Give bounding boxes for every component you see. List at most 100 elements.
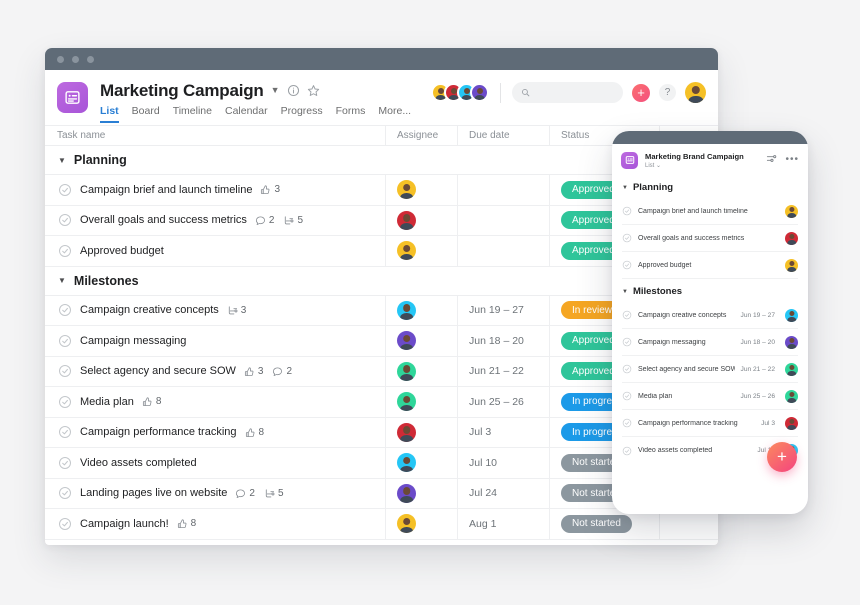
avatar[interactable] <box>785 335 798 349</box>
mobile-section-header-planning[interactable]: ▼ Planning <box>612 175 808 198</box>
add-task-button[interactable]: + <box>632 83 650 102</box>
mobile-add-task-fab[interactable]: + <box>767 442 797 472</box>
cell-due-date[interactable]: Jul 10 <box>457 448 549 478</box>
complete-task-icon[interactable] <box>58 244 72 258</box>
avatar[interactable] <box>785 258 798 272</box>
cell-due-date[interactable]: Aug 1 <box>457 509 549 539</box>
avatar[interactable] <box>397 300 416 320</box>
complete-task-icon[interactable] <box>58 456 72 470</box>
cell-due-date[interactable] <box>457 205 549 235</box>
cell-due-date[interactable]: Jun 19 – 27 <box>457 295 549 325</box>
complete-task-icon[interactable] <box>622 260 632 270</box>
avatar[interactable] <box>785 362 798 376</box>
cell-due-date[interactable]: Jun 18 – 20 <box>457 326 549 356</box>
avatar[interactable] <box>470 83 489 102</box>
window-minimize-dot[interactable] <box>72 55 79 63</box>
cell-assignee[interactable] <box>385 478 457 508</box>
info-icon[interactable] <box>287 84 300 97</box>
meta-thumbs-up-icon[interactable]: 8 <box>177 518 196 529</box>
status-badge[interactable]: Not started <box>561 514 632 533</box>
cell-due-date[interactable]: Jul 24 <box>457 478 549 508</box>
complete-task-icon[interactable] <box>622 337 632 347</box>
complete-task-icon[interactable] <box>622 206 632 216</box>
avatar[interactable] <box>397 180 416 200</box>
mobile-list-item[interactable]: Campaign creative concepts Jun 19 – 27 <box>622 302 798 329</box>
tab-calendar[interactable]: Calendar <box>225 105 268 123</box>
complete-task-icon[interactable] <box>58 364 72 378</box>
complete-task-icon[interactable] <box>622 446 632 456</box>
complete-task-icon[interactable] <box>622 391 632 401</box>
meta-comment-icon[interactable]: 2 <box>255 215 274 226</box>
tab-forms[interactable]: Forms <box>336 105 366 123</box>
help-button[interactable]: ? <box>659 84 676 101</box>
mobile-section-header-milestones[interactable]: ▼ Milestones <box>612 279 808 302</box>
complete-task-icon[interactable] <box>58 183 72 197</box>
tab-progress[interactable]: Progress <box>281 105 323 123</box>
cell-assignee[interactable] <box>385 387 457 417</box>
cell-task-name[interactable]: Media plan 8 <box>45 387 385 417</box>
complete-task-icon[interactable] <box>58 486 72 500</box>
cell-assignee[interactable] <box>385 236 457 266</box>
avatar[interactable] <box>397 514 416 534</box>
complete-task-icon[interactable] <box>622 418 632 428</box>
window-maximize-dot[interactable] <box>87 55 94 63</box>
table-row[interactable]: Campaign launch! 8 Aug 1 Not started <box>45 509 718 540</box>
complete-task-icon[interactable] <box>58 334 72 348</box>
cell-due-date[interactable]: Jun 21 – 22 <box>457 356 549 386</box>
cell-task-name[interactable]: Campaign brief and launch timeline 3 <box>45 175 385 205</box>
avatar[interactable] <box>785 416 798 430</box>
cell-assignee[interactable] <box>385 509 457 539</box>
search-input[interactable] <box>512 82 623 103</box>
cell-assignee[interactable] <box>385 326 457 356</box>
complete-task-icon[interactable] <box>622 364 632 374</box>
mobile-list-item[interactable]: Campaign messaging Jun 18 – 20 <box>622 329 798 356</box>
more-dots-icon[interactable]: ••• <box>785 155 799 165</box>
cell-assignee[interactable] <box>385 356 457 386</box>
cell-task-name[interactable]: Campaign performance tracking 8 <box>45 418 385 448</box>
mobile-list-item[interactable]: Media plan Jun 25 – 26 <box>622 383 798 410</box>
avatar[interactable] <box>397 361 416 381</box>
cell-task-name[interactable]: Campaign launch! 8 <box>45 509 385 539</box>
avatar[interactable] <box>397 422 416 442</box>
cell-task-name[interactable]: Overall goals and success metrics 2 5 <box>45 206 385 236</box>
tab-board[interactable]: Board <box>132 105 160 123</box>
avatar[interactable] <box>785 231 798 245</box>
star-icon[interactable] <box>307 84 320 97</box>
complete-task-icon[interactable] <box>58 303 72 317</box>
mobile-list-item[interactable]: Overall goals and success metrics <box>622 225 798 252</box>
window-close-dot[interactable] <box>57 55 64 63</box>
meta-subtask-icon[interactable]: 5 <box>283 215 303 226</box>
avatar[interactable] <box>397 331 416 351</box>
meta-thumbs-up-icon[interactable]: 8 <box>245 427 264 438</box>
avatar[interactable] <box>397 483 416 503</box>
avatar[interactable] <box>785 308 798 322</box>
complete-task-icon[interactable] <box>58 395 72 409</box>
tab-timeline[interactable]: Timeline <box>173 105 212 123</box>
cell-assignee[interactable] <box>385 205 457 235</box>
cell-assignee[interactable] <box>385 295 457 325</box>
cell-task-name[interactable]: Approved budget <box>45 236 385 266</box>
meta-comment-icon[interactable]: 2 <box>235 488 255 499</box>
complete-task-icon[interactable] <box>622 233 632 243</box>
avatar[interactable] <box>397 210 416 230</box>
cell-due-date[interactable]: Jun 25 – 26 <box>457 387 549 417</box>
cell-task-name[interactable]: Video assets completed <box>45 448 385 478</box>
avatar[interactable] <box>397 241 416 261</box>
cell-due-date[interactable] <box>457 236 549 266</box>
complete-task-icon[interactable] <box>58 517 72 531</box>
complete-task-icon[interactable] <box>622 310 632 320</box>
meta-subtask-icon[interactable]: 5 <box>264 488 284 499</box>
cell-assignee[interactable] <box>385 417 457 447</box>
chevron-down-icon[interactable]: ▼ <box>271 86 280 95</box>
avatar[interactable] <box>397 392 416 412</box>
meta-comment-icon[interactable]: 2 <box>272 366 292 377</box>
cell-task-name[interactable]: Campaign messaging <box>45 326 385 356</box>
cell-task-name[interactable]: Select agency and secure SOW 3 2 <box>45 357 385 387</box>
meta-thumbs-up-icon[interactable]: 8 <box>142 396 161 407</box>
avatar[interactable] <box>685 82 706 103</box>
mobile-list-item[interactable]: Select agency and secure SOW Jun 21 – 22 <box>622 356 798 383</box>
tab-list[interactable]: List <box>100 105 119 123</box>
mobile-view-selector[interactable]: List ⌄ <box>645 162 766 169</box>
complete-task-icon[interactable] <box>58 425 72 439</box>
cell-assignee[interactable] <box>385 175 457 205</box>
